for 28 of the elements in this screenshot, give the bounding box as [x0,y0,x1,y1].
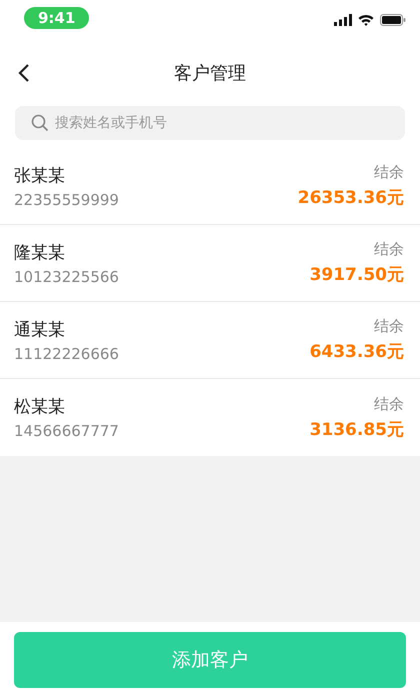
battery-icon [380,14,406,26]
customer-row[interactable]: 通某某 11122226666 结余 6433.36元 [0,302,420,379]
customer-name: 通某某 [14,318,66,340]
customer-name: 隆某某 [14,242,66,264]
customer-phone: 14566667777 [14,422,119,440]
customer-phone: 10123225566 [14,268,119,286]
page-title: 客户管理 [174,62,246,85]
balance-amount: 6433.36元 [310,341,404,363]
signal-icon [334,14,352,26]
balance-label: 结余 [374,163,404,182]
search-icon [31,114,49,132]
wifi-icon [358,14,374,26]
customer-row[interactable]: 张某某 22355559999 结余 26353.36元 [0,148,420,225]
customer-row[interactable]: 隆某某 10123225566 结余 3917.50元 [0,225,420,302]
search-field[interactable]: 搜索姓名或手机号 [15,106,405,140]
status-time: 9:41 [24,7,90,29]
back-icon[interactable] [18,63,30,83]
customer-phone: 11122226666 [14,344,119,362]
customer-name: 张某某 [14,164,66,186]
customer-name: 松某某 [14,396,66,418]
balance-label: 结余 [374,394,404,414]
balance-label: 结余 [374,240,404,259]
customer-phone: 22355559999 [14,190,119,208]
customer-row[interactable]: 松某某 14566667777 结余 3136.85元 [0,379,420,456]
balance-amount: 3136.85元 [310,418,404,440]
balance-amount: 3917.50元 [310,264,404,286]
balance-label: 结余 [374,317,404,336]
balance-amount: 26353.36元 [298,187,404,209]
